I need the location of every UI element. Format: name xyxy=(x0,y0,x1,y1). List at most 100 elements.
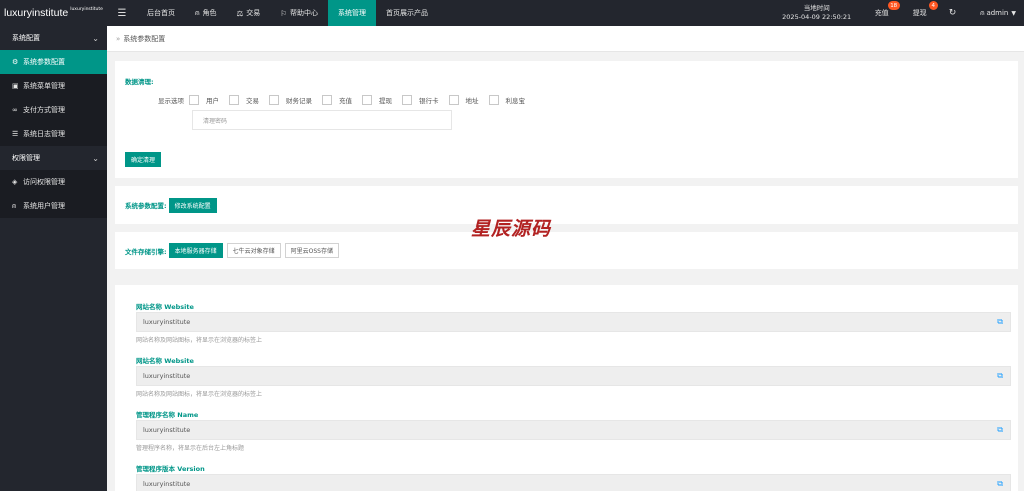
checkbox-box[interactable] xyxy=(189,95,199,105)
withdraw-link[interactable]: 提现 4 xyxy=(905,0,938,26)
checkbox-label: 交易 xyxy=(246,97,259,105)
data-clear-card: 数据清理: 显示选项 用户 交易 财务记录 充值 提现 银行卡 地址 利息宝 清… xyxy=(115,61,1018,178)
user-icon: ⍝ xyxy=(12,201,17,210)
modify-config-button[interactable]: 修改系统配置 xyxy=(168,197,217,213)
sidebar-item-label: 系统日志管理 xyxy=(23,130,65,138)
checkbox-label: 提现 xyxy=(379,97,392,105)
recharge-link[interactable]: 充值 18 xyxy=(867,0,900,26)
checkbox-withdraw[interactable]: 提现 xyxy=(362,95,392,105)
nav-item-products[interactable]: 首页展示产品 xyxy=(376,0,438,26)
qiniu-storage-button[interactable]: 七牛云对象存储 xyxy=(226,243,281,258)
top-right: 当地时间 2025-04-09 22:50:21 充值 18 提现 4 ↻ ⍝ … xyxy=(775,0,1024,26)
field-value: luxuryinstitute xyxy=(143,372,191,380)
storage-engine-card: 文件存储引擎: 本地服务器存储 七牛云对象存储 阿里云OSS存储 xyxy=(115,232,1018,269)
sidebar-item-system-users[interactable]: ⍝ 系统用户管理 xyxy=(0,194,107,218)
app-version-input[interactable]: luxuryinstitute ⧉ xyxy=(136,474,1011,491)
logo[interactable]: luxuryinstitute luxuryinstitute xyxy=(0,0,107,26)
nav-item-help[interactable]: ⚐ 帮助中心 xyxy=(270,0,328,26)
nav-label: 后台首页 xyxy=(147,9,175,17)
checkbox-box[interactable] xyxy=(322,95,332,105)
sidebar-item-payment-methods[interactable]: ∞ 支付方式管理 xyxy=(0,98,107,122)
sidebar-group-label: 系统配置 xyxy=(12,34,40,42)
display-options-label: 显示选项 xyxy=(158,97,184,105)
field-hint: 网站名称及网站图标，将显示在浏览器的标签上 xyxy=(136,337,263,344)
field-value: luxuryinstitute xyxy=(143,426,191,434)
checkbox-users[interactable]: 用户 xyxy=(189,95,219,105)
checkbox-box[interactable] xyxy=(362,95,372,105)
shield-icon: ◈ xyxy=(12,178,18,186)
sidebar-item-system-menu[interactable]: ▣ 系统菜单管理 xyxy=(0,74,107,98)
field-title: 网站名称 Website xyxy=(136,357,194,365)
top-bar: luxuryinstitute luxuryinstitute ☰ 后台首页 ⍝… xyxy=(0,0,1024,26)
logo-text: luxuryinstitute xyxy=(4,7,69,19)
copy-icon[interactable]: ⧉ xyxy=(997,317,1003,327)
sidebar-group-permissions[interactable]: 权限管理 ⌄ xyxy=(0,146,107,170)
sidebar-item-system-params[interactable]: ⚙ 系统参数配置 xyxy=(0,50,107,74)
checkbox-box[interactable] xyxy=(269,95,279,105)
field-hint: 网站名称及网站图标，将显示在浏览器的标签上 xyxy=(136,391,263,398)
sidebar-item-label: 访问权限管理 xyxy=(23,178,65,186)
nav-item-role[interactable]: ⍝ 角色 xyxy=(185,0,227,26)
user-icon: ⍝ xyxy=(195,8,200,17)
local-storage-button[interactable]: 本地服务器存储 xyxy=(168,243,223,258)
recharge-badge: 18 xyxy=(887,1,900,10)
sidebar-item-access-permissions[interactable]: ◈ 访问权限管理 xyxy=(0,170,107,194)
logo-superscript: luxuryinstitute xyxy=(70,7,103,12)
field-title: 网站名称 Website xyxy=(136,303,194,311)
watermark: 星辰源码 xyxy=(471,218,552,240)
refresh-icon[interactable]: ↻ xyxy=(941,0,965,26)
clear-password-input[interactable]: 清理密码 xyxy=(192,110,452,130)
aliyun-oss-button[interactable]: 阿里云OSS存储 xyxy=(284,243,339,258)
checkbox-bank-card[interactable]: 银行卡 xyxy=(402,95,439,105)
sidebar: 系统配置 ⌄ ⚙ 系统参数配置 ▣ 系统菜单管理 ∞ 支付方式管理 ☰ 系统日志… xyxy=(0,26,107,491)
data-clear-title: 数据清理: xyxy=(125,78,154,86)
copy-icon[interactable]: ⧉ xyxy=(997,425,1003,435)
checkbox-label: 充值 xyxy=(339,97,352,105)
copy-icon[interactable]: ⧉ xyxy=(997,479,1003,489)
website-name-input-2[interactable]: luxuryinstitute ⧉ xyxy=(136,366,1011,386)
storage-engine-label: 文件存储引擎: xyxy=(125,247,167,256)
website-name-input[interactable]: luxuryinstitute ⧉ xyxy=(136,312,1011,332)
confirm-clear-button[interactable]: 确定清理 xyxy=(125,152,162,167)
field-hint: 管理程序名称，将显示在后台左上角标题 xyxy=(136,445,245,452)
breadcrumb: » 系统参数配置 xyxy=(107,26,1024,52)
top-nav: 后台首页 ⍝ 角色 ⚖ 交易 ⚐ 帮助中心 系统管理 首页展示产品 xyxy=(137,0,438,26)
user-menu[interactable]: ⍝ admin ▼ xyxy=(972,0,1024,26)
field-value: luxuryinstitute xyxy=(143,318,191,326)
checkbox-box[interactable] xyxy=(402,95,412,105)
checkbox-address[interactable]: 地址 xyxy=(448,95,479,105)
nav-item-trade[interactable]: ⚖ 交易 xyxy=(227,0,271,26)
sidebar-item-label: 系统用户管理 xyxy=(23,202,65,210)
checkbox-box[interactable] xyxy=(488,95,499,105)
checkbox-box[interactable] xyxy=(448,95,459,105)
user-name: admin xyxy=(986,9,1009,17)
clock: 当地时间 2025-04-09 22:50:21 xyxy=(775,4,859,23)
checkbox-label: 银行卡 xyxy=(419,97,439,105)
chevron-down-icon: ⌄ xyxy=(92,153,99,163)
recharge-label: 充值 xyxy=(874,9,889,17)
sidebar-item-system-logs[interactable]: ☰ 系统日志管理 xyxy=(0,122,107,146)
sidebar-item-label: 支付方式管理 xyxy=(23,106,65,114)
withdraw-label: 提现 xyxy=(912,9,927,17)
nav-item-home[interactable]: 后台首页 xyxy=(137,0,185,26)
field-title: 管理程序名称 Name xyxy=(136,411,199,419)
nav-item-system[interactable]: 系统管理 xyxy=(327,0,376,26)
checkbox-label: 用户 xyxy=(206,97,219,105)
field-value: luxuryinstitute xyxy=(143,480,191,488)
checkbox-interest[interactable]: 利息宝 xyxy=(488,95,526,105)
checkbox-recharge[interactable]: 充值 xyxy=(322,95,352,105)
checkbox-finance[interactable]: 财务记录 xyxy=(269,95,312,105)
checkbox-label: 地址 xyxy=(465,97,479,105)
breadcrumb-separator: » xyxy=(116,34,121,43)
checkbox-box[interactable] xyxy=(229,95,239,105)
copy-icon[interactable]: ⧉ xyxy=(997,371,1003,381)
checkbox-trades[interactable]: 交易 xyxy=(229,95,259,105)
checkbox-label: 利息宝 xyxy=(505,97,526,105)
gear-icon: ⚙ xyxy=(12,58,19,66)
site-config-form: 网站名称 Website luxuryinstitute ⧉ 网站名称及网站图标… xyxy=(115,285,1018,491)
app-name-input[interactable]: luxuryinstitute ⧉ xyxy=(136,420,1011,440)
nav-label: 帮助中心 xyxy=(289,9,318,17)
hamburger-icon[interactable]: ☰ xyxy=(107,0,137,26)
caret-down-icon: ▼ xyxy=(1011,9,1016,17)
sidebar-group-system-config[interactable]: 系统配置 ⌄ xyxy=(0,26,107,50)
